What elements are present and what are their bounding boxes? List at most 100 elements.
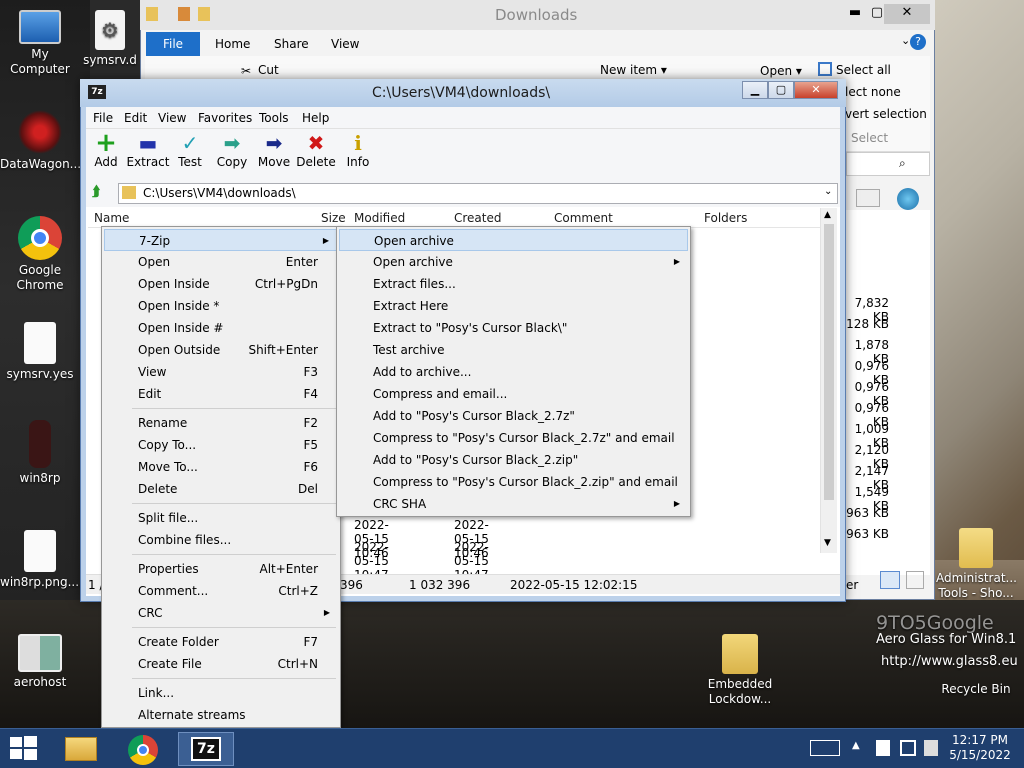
preview-pane-icon[interactable]	[856, 189, 880, 207]
windows-start-icon[interactable]	[8, 735, 38, 761]
open-button[interactable]: Open ▾	[760, 64, 802, 78]
up-folder-icon[interactable]: ⮭	[92, 184, 100, 200]
delete-button[interactable]: ✖ Delete	[294, 131, 338, 169]
menu-item-open-inside[interactable]: Open Inside *	[104, 295, 338, 317]
menu-item-open-inside[interactable]: Open Inside #	[104, 317, 338, 339]
taskbar-chrome[interactable]	[118, 732, 166, 766]
submenu-item-compress-and-email[interactable]: Compress and email...	[339, 383, 688, 405]
taskbar-7zip[interactable]: 7z	[178, 732, 234, 766]
submenu-item-add-to-posy-s-cursor-black-2-7z[interactable]: Add to "Posy's Cursor Black_2.7z"	[339, 405, 688, 427]
column-name[interactable]: Name	[94, 211, 129, 225]
submenu-item-extract-files[interactable]: Extract files...	[339, 273, 688, 295]
desktop-icon-embedded-lockdown[interactable]: Embedded Lockdow...	[700, 634, 780, 707]
menu-item-7-zip[interactable]: 7-Zip ▶	[104, 229, 338, 251]
maximize-button[interactable]: ▢	[768, 81, 794, 99]
desktop-icon-recycle-bin[interactable]: Recycle Bin	[934, 682, 1018, 697]
menu-item-view[interactable]: View F3	[104, 361, 338, 383]
menu-tools[interactable]: Tools	[259, 111, 289, 125]
chevron-up-icon[interactable]: ▲	[852, 740, 860, 751]
vertical-scrollbar[interactable]: ▲ ▼	[820, 208, 837, 553]
move-button[interactable]: ➡ Move	[252, 131, 296, 169]
close-button[interactable]: ✕	[884, 4, 930, 24]
submenu-item-test-archive[interactable]: Test archive	[339, 339, 688, 361]
desktop-icon-aerohost[interactable]: aerohost	[0, 634, 80, 690]
submenu-item-add-to-archive[interactable]: Add to archive...	[339, 361, 688, 383]
info-button[interactable]: i Info	[336, 131, 380, 169]
desktop-icon-win8rp-png[interactable]: win8rp.png....	[0, 530, 83, 590]
column-size[interactable]: Size	[321, 211, 346, 225]
menu-item-open[interactable]: Open Enter	[104, 251, 338, 273]
scroll-thumb[interactable]	[824, 224, 834, 500]
column-created[interactable]: Created	[454, 211, 502, 225]
menu-item-create-folder[interactable]: Create Folder F7	[104, 631, 338, 653]
submenu-item-open-archive[interactable]: Open archive	[339, 229, 688, 251]
menu-item-copy-to[interactable]: Copy To... F5	[104, 434, 338, 456]
new-item-button[interactable]: New item ▾	[600, 63, 667, 77]
tab-share[interactable]: Share	[274, 37, 309, 51]
menu-item-open-inside[interactable]: Open Inside Ctrl+PgDn	[104, 273, 338, 295]
submenu-item-add-to-posy-s-cursor-black-2-zip[interactable]: Add to "Posy's Cursor Black_2.zip"	[339, 449, 688, 471]
menu-item-move-to[interactable]: Move To... F6	[104, 456, 338, 478]
desktop-icon-win8rp[interactable]: win8rp	[0, 420, 80, 486]
tab-file[interactable]: File	[146, 32, 200, 56]
menu-favorites[interactable]: Favorites	[198, 111, 252, 125]
menu-item-delete[interactable]: Delete Del	[104, 478, 338, 500]
menu-item-comment[interactable]: Comment... Ctrl+Z	[104, 580, 338, 602]
select-none-button[interactable]: lect none	[845, 85, 901, 99]
close-button[interactable]: ✕	[794, 81, 838, 99]
submenu-item-crc-sha[interactable]: CRC SHA ▶	[339, 493, 688, 515]
menu-edit[interactable]: Edit	[124, 111, 147, 125]
menu-item-crc[interactable]: CRC ▶	[104, 602, 338, 624]
column-comment[interactable]: Comment	[554, 211, 613, 225]
cut-button[interactable]: Cut	[258, 63, 279, 77]
action-center-icon[interactable]	[876, 740, 890, 756]
column-folders[interactable]: Folders	[704, 211, 747, 225]
taskbar-file-explorer[interactable]	[56, 732, 104, 766]
submenu-item-open-archive[interactable]: Open archive ▶	[339, 251, 688, 273]
tab-home[interactable]: Home	[215, 37, 250, 51]
menu-item-split-file[interactable]: Split file...	[104, 507, 338, 529]
scroll-up-icon[interactable]: ▲	[824, 210, 831, 220]
scroll-down-icon[interactable]: ▼	[824, 538, 831, 548]
column-modified[interactable]: Modified	[354, 211, 405, 225]
submenu-item-compress-to-posy-s-cursor-black-2-zip-and-email[interactable]: Compress to "Posy's Cursor Black_2.zip" …	[339, 471, 688, 493]
submenu-item-extract-here[interactable]: Extract Here	[339, 295, 688, 317]
chevron-down-icon[interactable]: ⌄	[901, 34, 910, 47]
search-input[interactable]: ⌕	[846, 152, 930, 176]
menu-help[interactable]: Help	[302, 111, 329, 125]
menu-item-link[interactable]: Link...	[104, 682, 338, 704]
desktop-icon-datawagon[interactable]: DataWagon...	[0, 110, 81, 172]
desktop-icon-symsrv-d[interactable]: ⚙ symsrv.d	[76, 10, 144, 68]
menu-file[interactable]: File	[93, 111, 113, 125]
copy-button[interactable]: ➡ Copy	[210, 131, 254, 169]
submenu-item-compress-to-posy-s-cursor-black-2-7z-and-email[interactable]: Compress to "Posy's Cursor Black_2.7z" a…	[339, 427, 688, 449]
minimize-button[interactable]: ▁	[742, 81, 768, 99]
tab-view[interactable]: View	[331, 37, 359, 51]
menu-item-rename[interactable]: Rename F2	[104, 412, 338, 434]
extract-button[interactable]: ▬ Extract	[126, 131, 170, 169]
desktop-icon-my-computer[interactable]: My Computer	[0, 10, 80, 77]
submenu-item-extract-to-posy-s-cursor-black[interactable]: Extract to "Posy's Cursor Black\"	[339, 317, 688, 339]
help-icon[interactable]: ?	[910, 34, 926, 50]
invert-selection-button[interactable]: vert selection	[845, 107, 927, 121]
menu-item-edit[interactable]: Edit F4	[104, 383, 338, 405]
add-button[interactable]: + Add	[84, 130, 128, 169]
clock[interactable]: 12:17 PM 5/15/2022	[944, 733, 1016, 763]
menu-item-properties[interactable]: Properties Alt+Enter	[104, 558, 338, 580]
chevron-down-icon[interactable]: ⌄	[824, 186, 832, 197]
desktop-icon-symsrv-yes[interactable]: symsrv.yes	[0, 322, 80, 382]
address-input[interactable]: C:\Users\VM4\downloads\	[118, 183, 838, 204]
menu-item-combine-files[interactable]: Combine files...	[104, 529, 338, 551]
select-all-button[interactable]: Select all	[836, 63, 891, 77]
details-view-icon[interactable]	[880, 571, 900, 589]
network-icon[interactable]	[900, 740, 916, 756]
menu-item-create-file[interactable]: Create File Ctrl+N	[104, 653, 338, 675]
menu-item-alternate-streams[interactable]: Alternate streams	[104, 704, 338, 726]
desktop-icon-admin-tools[interactable]: Administrat... Tools - Sho...	[936, 528, 1017, 601]
keyboard-icon[interactable]	[810, 740, 840, 756]
large-icons-view-icon[interactable]	[906, 571, 924, 589]
desktop-icon-google-chrome[interactable]: Google Chrome	[0, 216, 80, 293]
volume-muted-icon[interactable]	[924, 740, 938, 756]
menu-item-open-outside[interactable]: Open Outside Shift+Enter	[104, 339, 338, 361]
menu-view[interactable]: View	[158, 111, 186, 125]
